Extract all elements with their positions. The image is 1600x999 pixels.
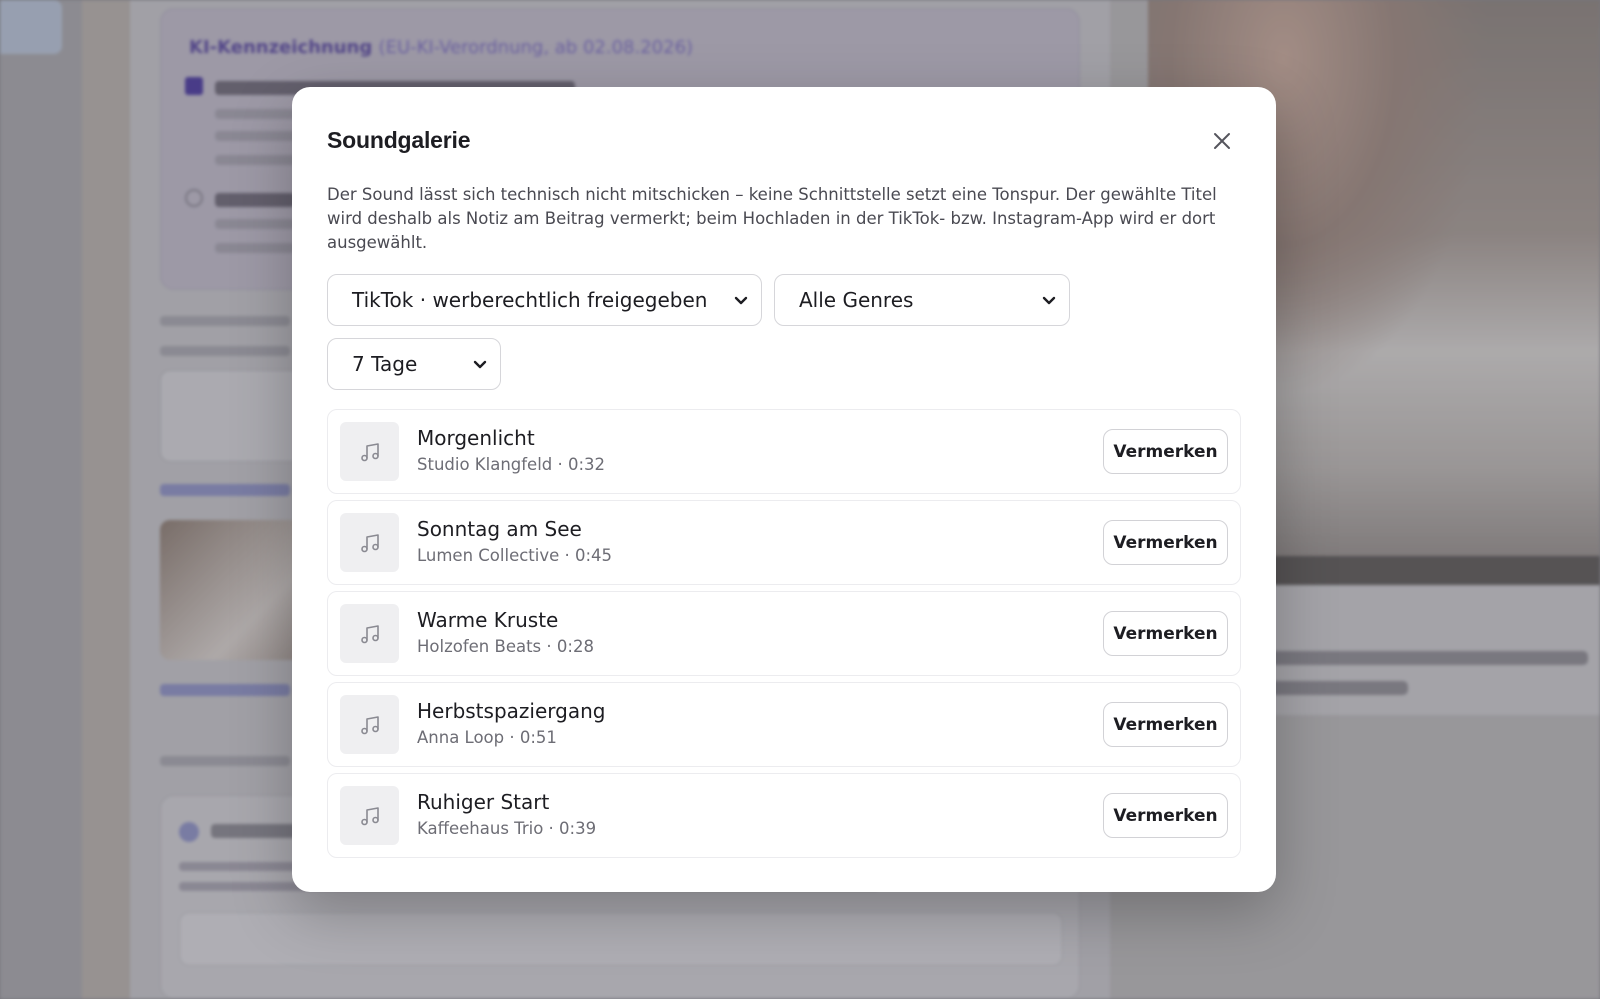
track-title: Warme Kruste	[417, 608, 559, 632]
music-note-icon	[340, 422, 399, 481]
music-note-icon	[340, 604, 399, 663]
chevron-down-icon	[1042, 296, 1056, 305]
dialog-description: Der Sound lässt sich technisch nicht mit…	[327, 185, 1217, 252]
close-button[interactable]	[1206, 125, 1238, 157]
track-meta: Anna Loop · 0:51	[417, 728, 557, 747]
period-select-value: 7 Tage	[352, 352, 418, 376]
dialog-title: Soundgalerie	[327, 127, 471, 153]
close-icon	[1214, 133, 1230, 149]
track-meta: Holzofen Beats · 0:28	[417, 637, 594, 656]
track-row: Sonntag am See Lumen Collective · 0:45 V…	[327, 500, 1241, 585]
track-title: Morgenlicht	[417, 426, 535, 450]
platform-select-value: TikTok · werberechtlich freigegeben	[352, 288, 708, 312]
music-note-icon	[340, 695, 399, 754]
track-title: Sonntag am See	[417, 517, 582, 541]
note-track-button[interactable]: Vermerken	[1103, 611, 1228, 656]
note-track-button[interactable]: Vermerken	[1103, 702, 1228, 747]
note-track-button[interactable]: Vermerken	[1103, 520, 1228, 565]
music-note-icon	[340, 513, 399, 572]
track-row: Ruhiger Start Kaffeehaus Trio · 0:39 Ver…	[327, 773, 1241, 858]
genre-select[interactable]: Alle Genres	[774, 274, 1070, 326]
music-note-icon	[340, 786, 399, 845]
genre-select-value: Alle Genres	[799, 288, 914, 312]
track-title: Herbstspaziergang	[417, 699, 606, 723]
track-title: Ruhiger Start	[417, 790, 550, 814]
track-row: Warme Kruste Holzofen Beats · 0:28 Verme…	[327, 591, 1241, 676]
track-meta: Lumen Collective · 0:45	[417, 546, 613, 565]
track-meta: Studio Klangfeld · 0:32	[417, 455, 606, 474]
sound-gallery-dialog: Soundgalerie Der Sound lässt sich techni…	[292, 87, 1276, 892]
track-row: Herbstspaziergang Anna Loop · 0:51 Verme…	[327, 682, 1241, 767]
chevron-down-icon	[473, 360, 487, 369]
period-select[interactable]: 7 Tage	[327, 338, 501, 390]
chevron-down-icon	[734, 296, 748, 305]
platform-select[interactable]: TikTok · werberechtlich freigegeben	[327, 274, 762, 326]
track-row: Morgenlicht Studio Klangfeld · 0:32 Verm…	[327, 409, 1241, 494]
note-track-button[interactable]: Vermerken	[1103, 793, 1228, 838]
note-track-button[interactable]: Vermerken	[1103, 429, 1228, 474]
track-list: Morgenlicht Studio Klangfeld · 0:32 Verm…	[327, 409, 1241, 864]
track-meta: Kaffeehaus Trio · 0:39	[417, 819, 597, 838]
